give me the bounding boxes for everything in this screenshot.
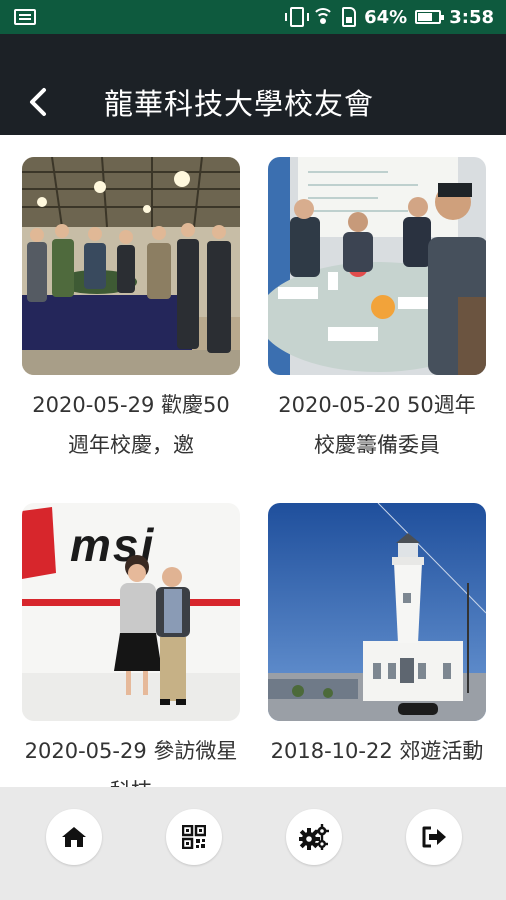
post-caption[interactable]: 2018-10-22 郊遊活動 [268, 731, 486, 787]
page-title: 龍華科技大學校友會 [104, 87, 375, 121]
home-icon [62, 827, 86, 847]
wifi-icon [312, 8, 335, 26]
post-thumbnail[interactable] [268, 503, 486, 721]
notification-icon [14, 9, 36, 25]
battery-icon [415, 10, 445, 24]
qr-code-icon [182, 825, 206, 849]
post-grid: 2020-05-29 歡慶50週年校慶，邀 2020-05-20 50週年校慶籌… [0, 135, 506, 787]
home-button[interactable] [46, 809, 102, 865]
logout-icon [422, 826, 446, 848]
post-thumbnail[interactable] [268, 157, 486, 375]
post-caption[interactable]: 2020-05-29 參訪微星科技 [22, 731, 240, 787]
qr-code-button[interactable] [166, 809, 222, 865]
post-thumbnail[interactable] [22, 157, 240, 375]
post-card[interactable]: 2018-10-22 郊遊活動 [268, 503, 486, 787]
clock: 3:58 [449, 6, 494, 28]
battery-percent: 64% [364, 6, 408, 28]
status-indicators: 64% 3:58 [285, 0, 494, 34]
post-caption[interactable]: 2020-05-20 50週年校慶籌備委員 [268, 385, 486, 465]
vibrate-icon [285, 7, 310, 27]
post-thumbnail[interactable]: msi [22, 503, 240, 721]
post-caption[interactable]: 2020-05-29 歡慶50週年校慶，邀 [22, 385, 240, 465]
post-card[interactable]: 2020-05-20 50週年校慶籌備委員 [268, 157, 486, 465]
logout-button[interactable] [406, 809, 462, 865]
back-arrow-icon[interactable] [24, 86, 56, 118]
sim-card-icon [342, 7, 357, 27]
status-bar: 64% 3:58 [0, 0, 506, 34]
settings-button[interactable] [286, 809, 342, 865]
app-bar: 龍華科技大學校友會 [0, 34, 506, 135]
bottom-nav [0, 787, 506, 900]
settings-gears-icon [299, 824, 329, 850]
post-card[interactable]: msi 2020-05-29 參訪微星科技 [22, 503, 240, 787]
post-card[interactable]: 2020-05-29 歡慶50週年校慶，邀 [22, 157, 240, 465]
